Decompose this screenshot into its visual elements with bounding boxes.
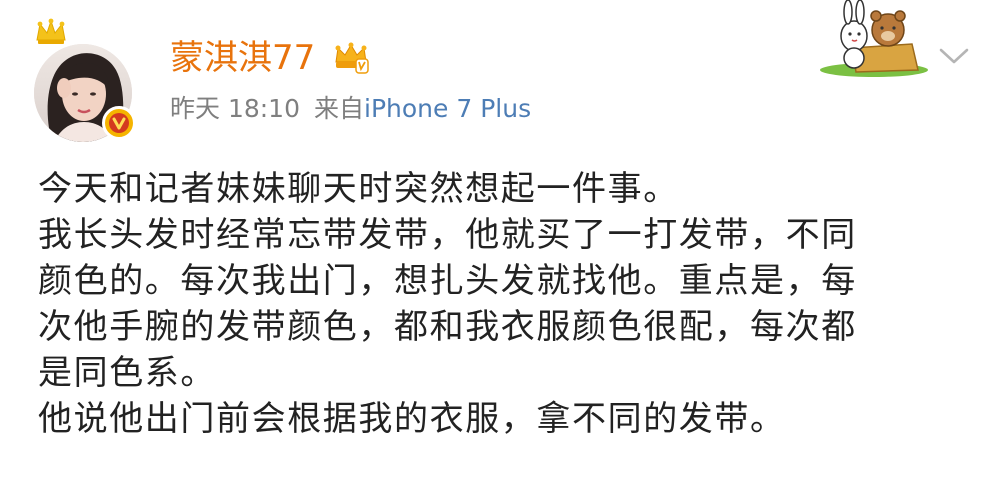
avatar-container[interactable] bbox=[26, 14, 138, 142]
post-text-line: 是同色系。 bbox=[38, 353, 216, 393]
vip-crown-icon[interactable] bbox=[333, 42, 369, 74]
post-meta: 昨天 18:10 来自iPhone 7 Plus bbox=[170, 92, 531, 126]
weibo-post: 蒙淇淇77 昨天 18:10 来自iPhone 7 Plus 今天和记者妹妹聊天… bbox=[0, 0, 1000, 493]
source-prefix: 来自 bbox=[314, 94, 365, 123]
post-text-line: 他说他出门前会根据我的衣服，拿不同的发带。 bbox=[38, 399, 786, 439]
post-text-line: 今天和记者妹妹聊天时突然想起一件事。 bbox=[38, 169, 679, 209]
verified-badge-icon bbox=[102, 106, 136, 140]
crown-icon bbox=[36, 18, 66, 44]
rabbit-bear-sticker bbox=[820, 0, 928, 77]
chevron-down-icon[interactable] bbox=[938, 46, 970, 66]
device-link[interactable]: iPhone 7 Plus bbox=[364, 94, 531, 123]
username[interactable]: 蒙淇淇77 bbox=[170, 38, 315, 78]
post-text-line: 我长头发时经常忘带发带，他就买了一打发带，不同 bbox=[38, 215, 857, 255]
post-text-line: 次他手腕的发带颜色，都和我衣服颜色很配，每次都 bbox=[38, 307, 857, 347]
post-content: 今天和记者妹妹聊天时突然想起一件事。 我长头发时经常忘带发带，他就买了一打发带，… bbox=[38, 166, 978, 442]
post-text-line: 颜色的。每次我出门，想扎头发就找他。重点是，每 bbox=[38, 261, 857, 301]
post-time: 昨天 18:10 bbox=[170, 94, 300, 123]
